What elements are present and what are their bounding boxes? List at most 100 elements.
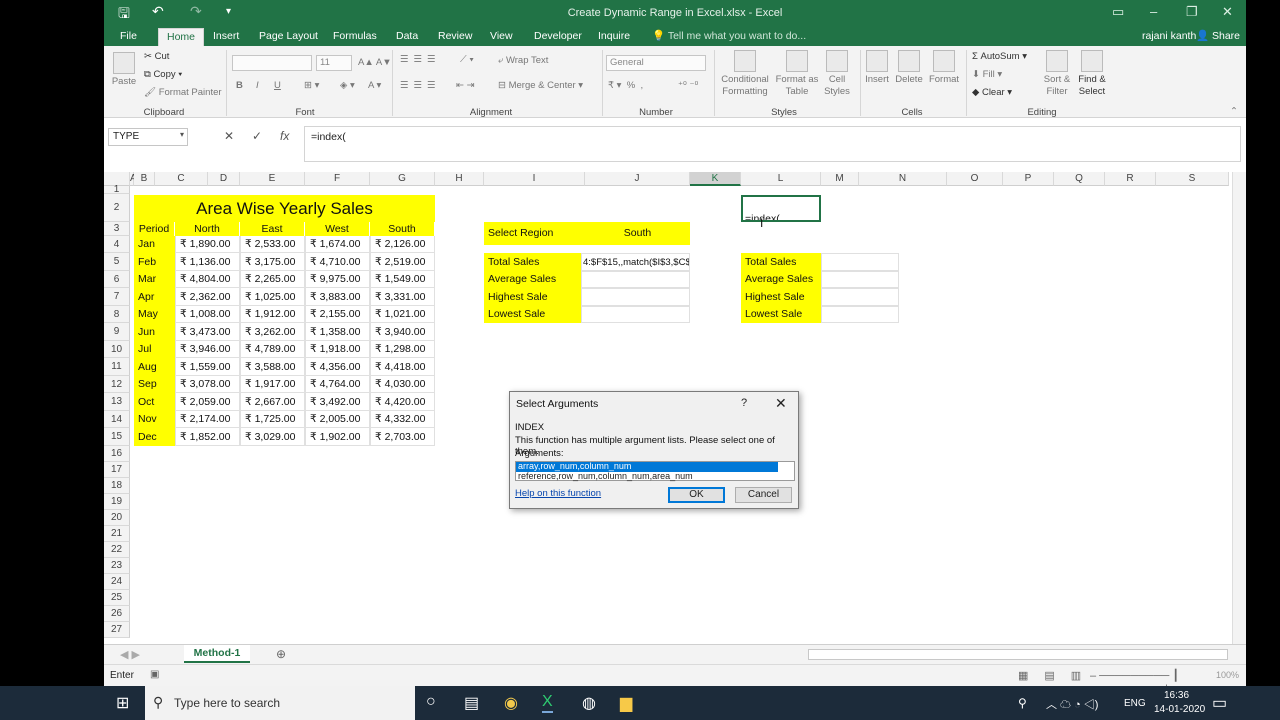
sales-cell[interactable]: ₹ 1,852.00	[175, 428, 240, 446]
cancel-button[interactable]: Cancel	[735, 487, 792, 503]
vertical-align-icons[interactable]: ☰☰☰	[400, 54, 441, 65]
minimize-icon[interactable]: –	[1150, 4, 1157, 19]
ok-button[interactable]: OK	[668, 487, 725, 503]
sales-cell[interactable]: ₹ 2,667.00	[240, 393, 305, 411]
column-header-f[interactable]: F	[305, 172, 370, 186]
vertical-scrollbar[interactable]	[1232, 172, 1246, 644]
row-header-15[interactable]: 15	[104, 428, 130, 446]
row-header-24[interactable]: 24	[104, 574, 130, 590]
sales-cell[interactable]: ₹ 2,059.00	[175, 393, 240, 411]
stat-value[interactable]	[581, 306, 690, 323]
enter-entry-icon[interactable]: ✓	[252, 129, 262, 143]
row-header-17[interactable]: 17	[104, 462, 130, 478]
table-header-cell[interactable]: Period	[134, 222, 175, 236]
task-view-icon[interactable]: ▤	[464, 693, 479, 713]
period-cell[interactable]: Dec	[134, 428, 175, 446]
column-header-d[interactable]: D	[208, 172, 240, 186]
clock-time[interactable]: 16:36	[1164, 690, 1189, 701]
autosum-button[interactable]: Σ AutoSum ▾	[972, 51, 1027, 62]
indent-icons[interactable]: ⇤ ⇥	[456, 80, 475, 91]
cell-styles-button[interactable]: Cell Styles	[822, 50, 852, 98]
column-header-r[interactable]: R	[1105, 172, 1156, 186]
sales-cell[interactable]: ₹ 1,008.00	[175, 306, 240, 323]
sales-cell[interactable]: ₹ 2,174.00	[175, 411, 240, 428]
tab-developer[interactable]: Developer	[532, 28, 584, 46]
sort-filter-button[interactable]: Sort & Filter	[1042, 50, 1072, 98]
language-indicator[interactable]: ENG	[1124, 698, 1146, 709]
font-color-icon[interactable]: A ▾	[368, 80, 381, 91]
row-header-19[interactable]: 19	[104, 494, 130, 510]
argument-option[interactable]: reference,row_num,column_num,area_num	[516, 471, 778, 482]
row-header-10[interactable]: 10	[104, 341, 130, 358]
insert-cells-button[interactable]: Insert	[864, 50, 890, 86]
tab-file[interactable]: File	[118, 28, 139, 46]
maximize-icon[interactable]: ❐	[1186, 4, 1198, 20]
row-header-7[interactable]: 7	[104, 288, 130, 306]
sales-cell[interactable]: ₹ 4,356.00	[305, 358, 370, 376]
stat-label[interactable]: Total Sales	[741, 253, 821, 271]
tab-data[interactable]: Data	[394, 28, 420, 46]
accounting-format-icon[interactable]: ₹ ▾ % ,	[608, 80, 643, 91]
sheet-tab-method-1[interactable]: Method-1	[184, 645, 250, 663]
active-cell-k2[interactable]: =index(	[741, 195, 821, 222]
sales-cell[interactable]: ₹ 2,519.00	[370, 253, 435, 271]
table-title[interactable]: Area Wise Yearly Sales	[134, 195, 435, 222]
sales-cell[interactable]: ₹ 2,126.00	[370, 236, 435, 253]
sales-cell[interactable]: ₹ 2,703.00	[370, 428, 435, 446]
stat-value[interactable]	[821, 253, 899, 271]
sales-cell[interactable]: ₹ 1,136.00	[175, 253, 240, 271]
column-header-p[interactable]: P	[1003, 172, 1054, 186]
table-header-cell[interactable]: South	[370, 222, 435, 236]
row-header-2[interactable]: 2	[104, 194, 130, 222]
table-header-cell[interactable]: East	[240, 222, 305, 236]
sales-cell[interactable]: ₹ 1,025.00	[240, 288, 305, 306]
row-header-12[interactable]: 12	[104, 376, 130, 393]
stat-value[interactable]	[821, 288, 899, 306]
column-header-s[interactable]: S	[1156, 172, 1229, 186]
period-cell[interactable]: Apr	[134, 288, 175, 306]
horizontal-align-icons[interactable]: ☰☰☰	[400, 80, 441, 91]
row-header-5[interactable]: 5	[104, 253, 130, 271]
sales-cell[interactable]: ₹ 1,559.00	[175, 358, 240, 376]
column-header-q[interactable]: Q	[1054, 172, 1105, 186]
people-icon[interactable]: ⚲	[1018, 696, 1027, 710]
period-cell[interactable]: May	[134, 306, 175, 323]
sales-cell[interactable]: ₹ 4,764.00	[305, 376, 370, 393]
period-cell[interactable]: Jul	[134, 341, 175, 358]
row-header-16[interactable]: 16	[104, 446, 130, 462]
stat-value[interactable]	[821, 271, 899, 288]
sales-cell[interactable]: ₹ 9,975.00	[305, 271, 370, 288]
sales-cell[interactable]: ₹ 3,473.00	[175, 323, 240, 341]
sales-cell[interactable]: ₹ 1,298.00	[370, 341, 435, 358]
column-header-k[interactable]: K	[690, 172, 741, 186]
sales-cell[interactable]: ₹ 1,674.00	[305, 236, 370, 253]
view-mode-icons[interactable]: ▦▤▥	[1018, 669, 1097, 682]
sales-cell[interactable]: ₹ 1,021.00	[370, 306, 435, 323]
row-header-26[interactable]: 26	[104, 606, 130, 622]
period-cell[interactable]: Jun	[134, 323, 175, 341]
chrome-icon[interactable]: ◉	[504, 693, 518, 713]
sales-cell[interactable]: ₹ 3,588.00	[240, 358, 305, 376]
sales-cell[interactable]: ₹ 1,358.00	[305, 323, 370, 341]
row-header-20[interactable]: 20	[104, 510, 130, 526]
sales-cell[interactable]: ₹ 2,155.00	[305, 306, 370, 323]
ribbon-options-icon[interactable]: ▭	[1112, 4, 1124, 20]
row-header-8[interactable]: 8	[104, 306, 130, 323]
table-header-cell[interactable]: West	[305, 222, 370, 236]
mouse-cursor[interactable]: I	[756, 215, 764, 232]
fill-button[interactable]: ⬇ Fill ▾	[972, 69, 1002, 80]
sales-cell[interactable]: ₹ 4,420.00	[370, 393, 435, 411]
column-header-h[interactable]: H	[435, 172, 484, 186]
stat-value[interactable]	[821, 306, 899, 323]
row-header-4[interactable]: 4	[104, 236, 130, 253]
sales-cell[interactable]: ₹ 3,175.00	[240, 253, 305, 271]
sales-cell[interactable]: ₹ 4,332.00	[370, 411, 435, 428]
row-header-27[interactable]: 27	[104, 622, 130, 638]
wrap-text-button[interactable]: ⤶ Wrap Text	[498, 55, 548, 66]
row-header-11[interactable]: 11	[104, 358, 130, 376]
column-header-j[interactable]: J	[585, 172, 690, 186]
sales-cell[interactable]: ₹ 3,492.00	[305, 393, 370, 411]
decimal-icons[interactable]: ⁺⁰ ⁻⁰	[678, 80, 698, 91]
row-header-9[interactable]: 9	[104, 323, 130, 341]
name-box[interactable]: TYPE ▾	[108, 128, 188, 146]
